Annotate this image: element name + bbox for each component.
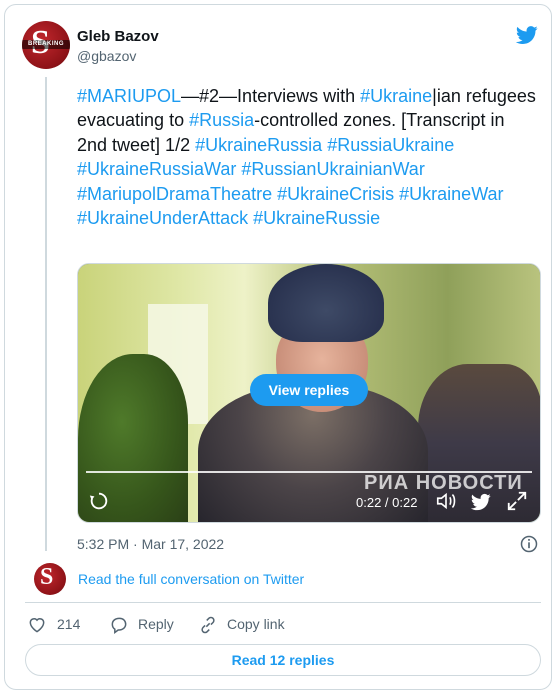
thread-line [45,77,47,551]
divider [25,602,541,603]
replay-icon[interactable] [88,490,110,512]
twitter-bird-icon[interactable] [470,492,492,512]
copy-link-label: Copy link [227,616,285,632]
like-count: 214 [57,616,81,632]
hashtag-link[interactable]: #MARIUPOL [77,86,181,106]
hashtag-link[interactable]: #MariupolDramaTheatre [77,184,272,204]
view-replies-button[interactable]: View replies [250,374,368,406]
hashtag-link[interactable]: #Ukraine [360,86,432,106]
tweet-text: #MARIUPOL—#2—Interviews with #Ukraine|ia… [77,84,539,230]
video-time: 0:22 / 0:22 [356,495,418,510]
hashtag-link[interactable]: #RussianUkrainianWar [241,159,424,179]
avatar-mark: S [40,564,54,590]
fullscreen-icon[interactable] [506,490,528,512]
hashtag-link[interactable]: #UkraineRussia [195,135,322,155]
like-button[interactable]: 214 [27,615,87,635]
copy-link-button[interactable]: Copy link [198,615,298,635]
reply-label: Reply [138,616,174,632]
avatar[interactable]: S BREAKING [22,21,70,69]
info-icon[interactable] [519,534,539,554]
reply-button[interactable]: Reply [109,615,179,635]
author-handle[interactable]: @gbazov [77,48,136,64]
hashtag-link[interactable]: #UkraineRussiaWar [77,159,236,179]
tweet-text-segment: —#2—Interviews with [181,86,361,106]
avatar-band: BREAKING [22,40,70,49]
hashtag-link[interactable]: #Russia [189,110,254,130]
heart-icon [29,618,45,633]
video-frame-hat [268,264,384,342]
tweet-timestamp[interactable]: 5:32 PM · Mar 17, 2022 [77,536,224,552]
author-name[interactable]: Gleb Bazov [77,28,159,45]
hashtag-link[interactable]: #UkraineCrisis [277,184,394,204]
hashtag-link[interactable]: #UkraineRussie [253,208,380,228]
video-player[interactable]: View replies РИА НОВОСТИ 0:22 / 0:22 [77,263,541,523]
volume-icon[interactable] [434,490,458,512]
read-replies-button[interactable]: Read 12 replies [25,644,541,676]
link-icon [201,616,215,634]
tweet-card: S BREAKING Gleb Bazov @gbazov #MARIUPOL—… [4,4,552,690]
video-progress-bar[interactable] [86,471,532,473]
hashtag-link[interactable]: #UkraineUnderAttack [77,208,248,228]
twitter-bird-icon[interactable] [515,24,539,46]
read-full-conversation-link[interactable]: Read the full conversation on Twitter [78,571,304,587]
reply-icon [111,617,127,634]
hashtag-link[interactable]: #UkraineWar [399,184,503,204]
avatar[interactable]: S [34,563,66,595]
hashtag-link[interactable]: #RussiaUkraine [327,135,454,155]
